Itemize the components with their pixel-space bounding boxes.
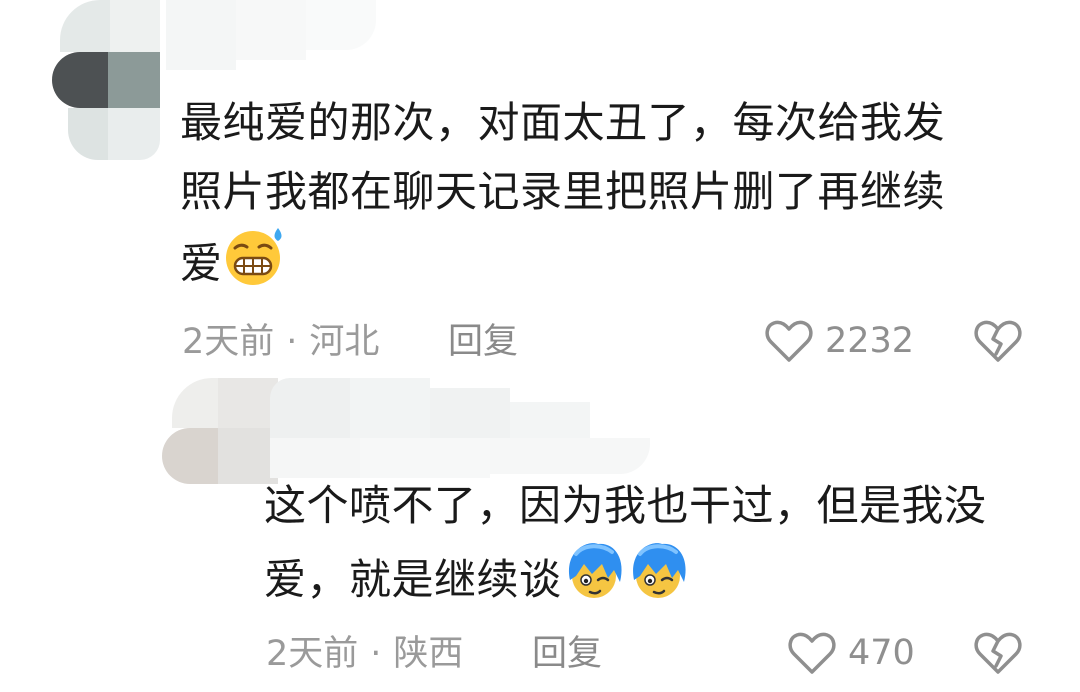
comment-line: 爱，就是继续谈 bbox=[264, 555, 562, 604]
broken-heart-icon bbox=[974, 632, 1022, 674]
comment-line: 这个喷不了，因为我也干过，但是我没 bbox=[264, 481, 987, 530]
comment-time: 2天前 bbox=[266, 634, 359, 674]
comment-last-line: 爱 bbox=[180, 226, 1040, 306]
meta-separator: · bbox=[286, 322, 298, 362]
censored-avatar bbox=[46, 0, 166, 160]
comment-line: 照片我都在聊天记录里把照片删了再继续 bbox=[180, 167, 946, 216]
blue-hair-face-emoji bbox=[626, 540, 690, 622]
broken-heart-icon bbox=[974, 320, 1022, 362]
comment-meta: 2天前 · 陕西 bbox=[266, 632, 463, 676]
comment-text: 这个喷不了，因为我也干过，但是我没 爱，就是继续谈 bbox=[264, 471, 1064, 622]
comment-time: 2天前 bbox=[182, 322, 275, 362]
dislike-button[interactable] bbox=[974, 318, 1022, 368]
comment-location: 河北 bbox=[309, 322, 380, 362]
like-count: 2232 bbox=[825, 321, 915, 361]
comment-line: 爱 bbox=[180, 239, 223, 288]
like-count: 470 bbox=[848, 633, 915, 673]
reply-button[interactable]: 回复 bbox=[532, 632, 602, 676]
reply-button[interactable]: 回复 bbox=[448, 320, 518, 364]
comment-line: 最纯爱的那次，对面太丑了，每次给我发 bbox=[180, 98, 946, 147]
like-button[interactable]: 2232 bbox=[765, 318, 914, 364]
comment-1: 最纯爱的那次，对面太丑了，每次给我发 照片我都在聊天记录里把照片删了再继续 爱 … bbox=[0, 0, 1080, 370]
grimacing-sweat-emoji bbox=[223, 226, 289, 306]
blue-hair-face-emoji bbox=[562, 540, 626, 622]
heart-icon bbox=[765, 320, 813, 362]
comment-last-line: 爱，就是继续谈 bbox=[264, 540, 1064, 622]
comment-text: 最纯爱的那次，对面太丑了，每次给我发 照片我都在聊天记录里把照片删了再继续 爱 bbox=[180, 88, 1040, 306]
censored-username bbox=[270, 374, 660, 484]
comment-meta: 2天前 · 河北 bbox=[182, 320, 379, 364]
dislike-button[interactable] bbox=[974, 630, 1022, 680]
like-button[interactable]: 470 bbox=[788, 630, 915, 676]
censored-username bbox=[166, 0, 386, 70]
comment-2: 这个喷不了，因为我也干过，但是我没 爱，就是继续谈 2天前 · 陕西 回复 47… bbox=[0, 370, 1080, 692]
comment-location: 陕西 bbox=[393, 634, 464, 674]
meta-separator: · bbox=[370, 634, 382, 674]
heart-icon bbox=[788, 632, 836, 674]
